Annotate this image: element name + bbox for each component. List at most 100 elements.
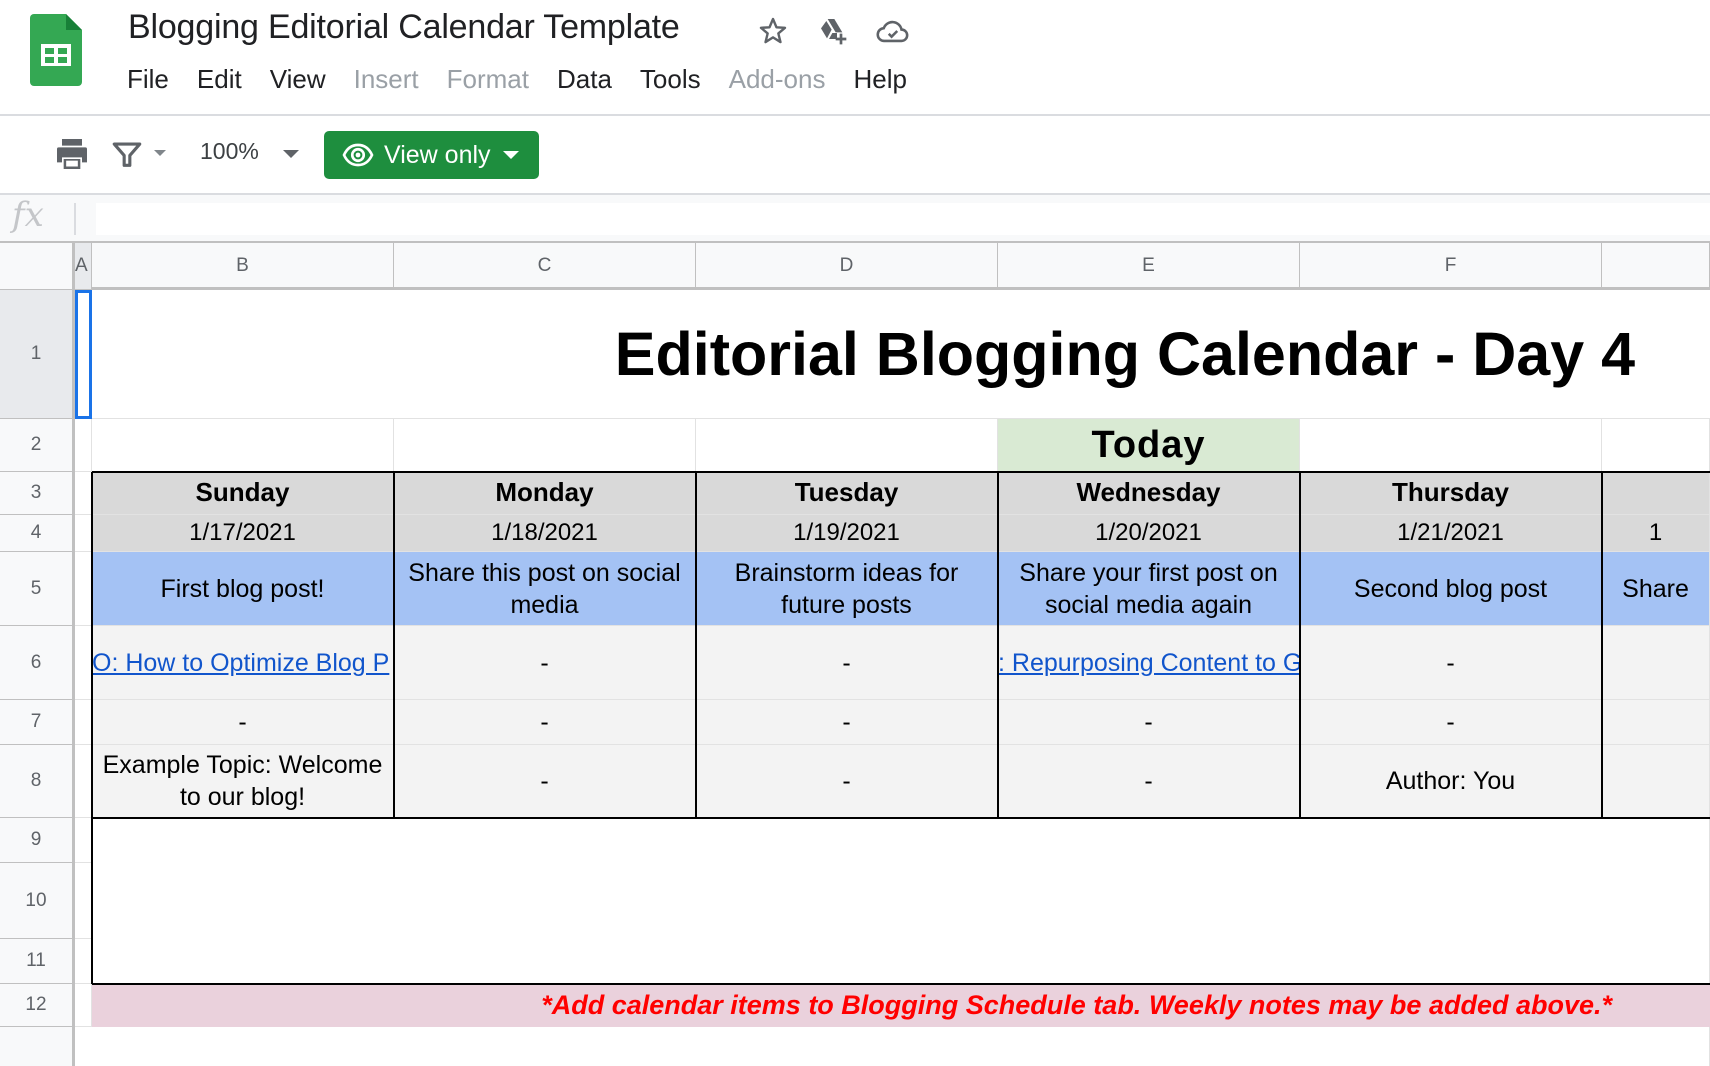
post-link-wednesday-text[interactable]: : Repurposing Content to G — [998, 647, 1299, 679]
menu-tools[interactable]: Tools — [626, 64, 715, 95]
row-header-7[interactable]: 7 — [0, 700, 75, 745]
cell-a10[interactable] — [75, 863, 92, 939]
calendar-title[interactable]: Editorial Blogging Calendar - Day 4 — [75, 290, 1710, 419]
column-header-f[interactable]: F — [1300, 243, 1602, 289]
day-header-thursday[interactable]: Thursday — [1300, 472, 1602, 515]
cell-a3[interactable] — [75, 472, 92, 515]
row-header-4[interactable]: 4 — [0, 515, 75, 552]
notes-monday[interactable]: - — [394, 700, 696, 745]
menu-format[interactable]: Format — [433, 64, 543, 95]
notes-thursday[interactable]: - — [1300, 700, 1602, 745]
row-header-1[interactable]: 1 — [0, 290, 75, 419]
menu-insert[interactable]: Insert — [340, 64, 433, 95]
notes-wednesday[interactable]: - — [998, 700, 1300, 745]
topic-thursday[interactable]: Author: You — [1300, 745, 1602, 818]
cell-a11[interactable] — [75, 939, 92, 984]
topic-monday[interactable]: - — [394, 745, 696, 818]
today-label[interactable]: Today — [998, 419, 1300, 472]
date-saturday[interactable]: 1 — [1602, 515, 1710, 552]
day-header-wednesday[interactable]: Wednesday — [998, 472, 1300, 515]
weekly-notes-area[interactable] — [92, 818, 1710, 984]
row-header-10[interactable]: 10 — [0, 863, 75, 939]
row-header-5[interactable]: 5 — [0, 552, 75, 626]
column-header-a[interactable]: A — [75, 243, 92, 289]
star-icon[interactable] — [754, 12, 792, 50]
filter-icon[interactable] — [110, 136, 144, 172]
cell-r2-c1[interactable] — [92, 419, 394, 472]
task-wednesday[interactable]: Share your first post on social media ag… — [998, 552, 1300, 626]
row-header-2[interactable]: 2 — [0, 419, 75, 472]
cell-r2-c2[interactable] — [394, 419, 696, 472]
date-wednesday[interactable]: 1/20/2021 — [998, 515, 1300, 552]
cell-r2-c6[interactable] — [1602, 419, 1710, 472]
menu-file[interactable]: File — [127, 64, 183, 95]
task-monday[interactable]: Share this post on social media — [394, 552, 696, 626]
day-header-monday[interactable]: Monday — [394, 472, 696, 515]
row-header-3[interactable]: 3 — [0, 472, 75, 515]
cell-a12[interactable] — [75, 984, 92, 1027]
notes-saturday[interactable] — [1602, 700, 1710, 745]
cell-r2-c3[interactable] — [696, 419, 998, 472]
date-sunday[interactable]: 1/17/2021 — [92, 515, 394, 552]
select-all-corner[interactable] — [0, 243, 75, 289]
row-header-6[interactable]: 6 — [0, 626, 75, 700]
cell-a7[interactable] — [75, 700, 92, 745]
row-header-9[interactable]: 9 — [0, 818, 75, 863]
menu-view[interactable]: View — [256, 64, 340, 95]
topic-wednesday[interactable]: - — [998, 745, 1300, 818]
notes-sunday[interactable]: - — [92, 700, 394, 745]
formula-input[interactable] — [96, 203, 1710, 235]
cell-a8[interactable] — [75, 745, 92, 818]
cell-a9[interactable] — [75, 818, 92, 863]
schedule-note[interactable]: *Add calendar items to Blogging Schedule… — [92, 984, 1710, 1027]
row-header-12[interactable]: 12 — [0, 984, 75, 1027]
column-header-b[interactable]: B — [92, 243, 394, 289]
post-link-sunday[interactable]: O: How to Optimize Blog P — [92, 626, 394, 700]
cell-row-13[interactable] — [92, 1027, 1710, 1066]
cell-a5[interactable] — [75, 552, 92, 626]
column-header-g[interactable] — [1602, 243, 1710, 289]
zoom-select[interactable]: 100% — [200, 138, 259, 165]
menu-add-ons[interactable]: Add-ons — [715, 64, 840, 95]
task-thursday[interactable]: Second blog post — [1300, 552, 1602, 626]
date-tuesday[interactable]: 1/19/2021 — [696, 515, 998, 552]
row-header-8[interactable]: 8 — [0, 745, 75, 818]
cloud-saved-icon[interactable] — [874, 12, 912, 50]
column-header-c[interactable]: C — [394, 243, 696, 289]
menu-help[interactable]: Help — [839, 64, 920, 95]
topic-sunday[interactable]: Example Topic: Welcome to our blog! — [92, 745, 394, 818]
day-header-saturday[interactable] — [1602, 472, 1710, 515]
day-header-sunday[interactable]: Sunday — [92, 472, 394, 515]
post-link-sunday-text[interactable]: O: How to Optimize Blog P — [92, 647, 389, 679]
date-monday[interactable]: 1/18/2021 — [394, 515, 696, 552]
row-header-11[interactable]: 11 — [0, 939, 75, 984]
day-header-tuesday[interactable]: Tuesday — [696, 472, 998, 515]
task-tuesday[interactable]: Brainstorm ideas for future posts — [696, 552, 998, 626]
cell-r2-c5[interactable] — [1300, 419, 1602, 472]
task-sunday[interactable]: First blog post! — [92, 552, 394, 626]
cell-a6[interactable] — [75, 626, 92, 700]
row-header-13[interactable] — [0, 1027, 75, 1066]
detail-saturday[interactable] — [1602, 626, 1710, 700]
topic-tuesday[interactable]: - — [696, 745, 998, 818]
column-header-d[interactable]: D — [696, 243, 998, 289]
date-thursday[interactable]: 1/21/2021 — [1300, 515, 1602, 552]
print-icon[interactable] — [52, 134, 92, 174]
cell-a4[interactable] — [75, 515, 92, 552]
notes-tuesday[interactable]: - — [696, 700, 998, 745]
cell-a2[interactable] — [75, 419, 92, 472]
drive-add-icon[interactable] — [814, 12, 852, 50]
menu-edit[interactable]: Edit — [183, 64, 256, 95]
topic-saturday[interactable] — [1602, 745, 1710, 818]
task-saturday[interactable]: Share — [1602, 552, 1710, 626]
detail-thursday[interactable]: - — [1300, 626, 1602, 700]
detail-monday[interactable]: - — [394, 626, 696, 700]
sheets-logo-icon[interactable] — [30, 14, 82, 86]
detail-tuesday[interactable]: - — [696, 626, 998, 700]
column-header-e[interactable]: E — [998, 243, 1300, 289]
document-title[interactable]: Blogging Editorial Calendar Template — [128, 8, 680, 47]
filter-dropdown-caret-icon[interactable] — [154, 150, 166, 156]
menu-data[interactable]: Data — [543, 64, 626, 95]
zoom-dropdown-caret-icon[interactable] — [283, 150, 299, 158]
view-only-button[interactable]: View only — [324, 131, 539, 179]
